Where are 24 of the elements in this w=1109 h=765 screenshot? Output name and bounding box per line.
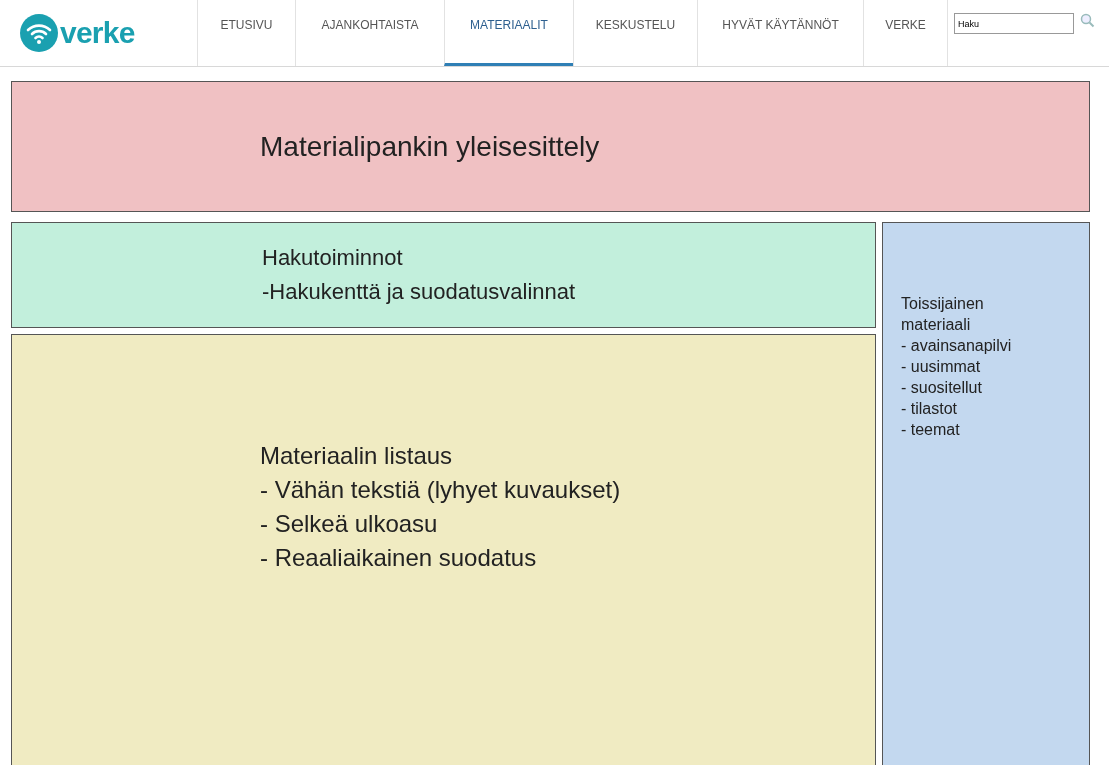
block-text: Toissijainen (901, 294, 985, 314)
block-text: - suositellut (901, 378, 983, 398)
block-text: - avainsanapilvi (901, 336, 1013, 356)
search-field[interactable]: Haku (954, 13, 1074, 34)
logo-text: verke (60, 18, 135, 48)
block-text: - uusimmat (901, 357, 982, 377)
block-text: - teemat (901, 420, 961, 440)
block-text: materiaali (901, 315, 972, 335)
block-text: - tilastot (901, 399, 958, 419)
search-icon[interactable] (1080, 13, 1095, 28)
nav-tab[interactable]: VERKE (863, 0, 947, 66)
block-text: - Vähän tekstiä (lyhyet kuvaukset) (260, 475, 622, 505)
block-text: Materialipankin yleisesittely (260, 129, 600, 164)
nav-tab[interactable]: HYVÄT KÄYTÄNNÖT (697, 0, 863, 66)
block-text: Materiaalin listaus (260, 441, 454, 471)
block-text: Hakutoiminnot (262, 244, 404, 272)
nav-tab[interactable]: KESKUSTELU (573, 0, 697, 66)
wifi-icon (20, 14, 58, 52)
nav-tab[interactable]: MATERIAALIT (444, 0, 573, 66)
block-text: - Reaaliaikainen suodatus (260, 543, 538, 573)
nav-tab[interactable]: AJANKOHTAISTA (295, 0, 444, 66)
nav-tab[interactable]: ETUSIVU (197, 0, 295, 66)
block-text: - Selkeä ulkoasu (260, 509, 439, 539)
block-text: -Hakukenttä ja suodatusvalinnat (262, 278, 577, 306)
